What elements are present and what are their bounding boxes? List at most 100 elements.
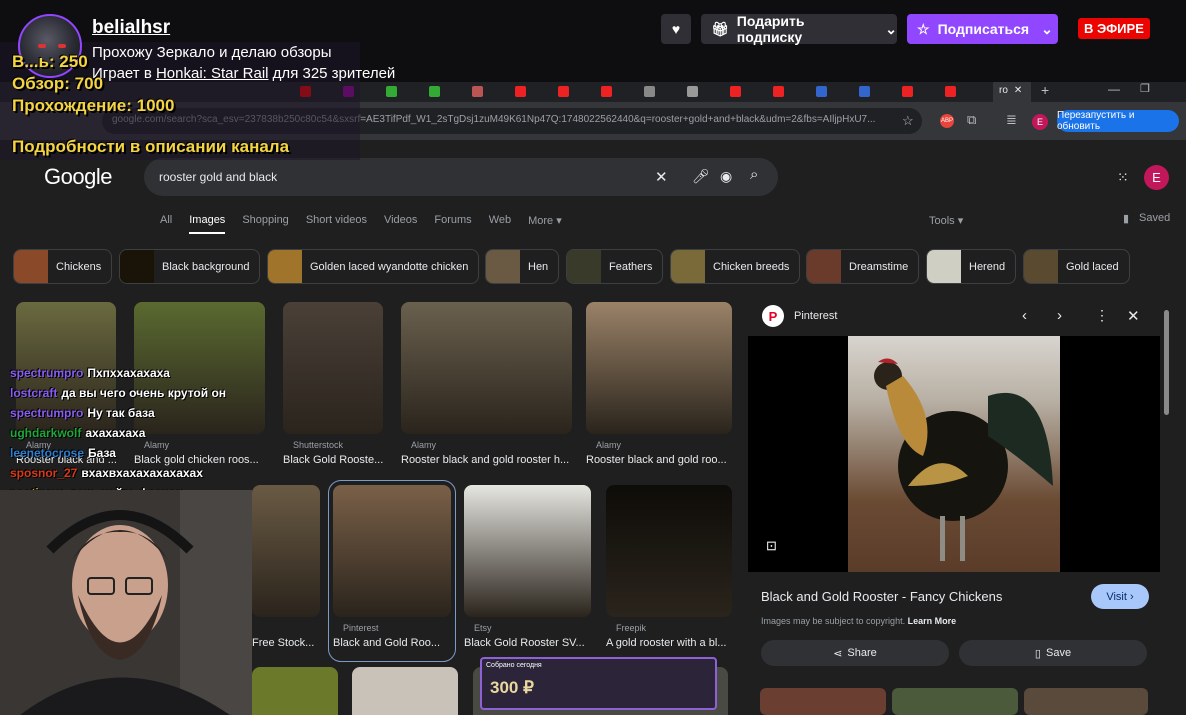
google-logo[interactable]: Google bbox=[44, 164, 112, 190]
browser-tab[interactable] bbox=[644, 82, 655, 100]
apps-grid-icon[interactable]: ⁙ bbox=[1117, 169, 1129, 186]
browser-tab[interactable] bbox=[902, 82, 913, 100]
browser-tab[interactable] bbox=[687, 82, 698, 100]
result-caption[interactable]: Rooster black and gold roo... bbox=[586, 454, 742, 466]
saved-button[interactable]: Saved bbox=[1139, 212, 1170, 224]
adblock-icon[interactable]: ABP bbox=[940, 114, 954, 128]
account-avatar[interactable]: E bbox=[1144, 165, 1169, 190]
panel-rooster-image[interactable] bbox=[848, 336, 1060, 572]
result-caption[interactable]: Black Gold Rooste... bbox=[283, 454, 393, 466]
gift-sub-button[interactable]: 🎁︎ Подарить подписку ⌄ bbox=[701, 13, 897, 45]
lens-icon[interactable]: ⊡ bbox=[766, 538, 777, 554]
related-chip[interactable]: Feathers bbox=[566, 249, 664, 284]
browser-tab[interactable] bbox=[945, 82, 956, 100]
result-source[interactable]: Alamy bbox=[144, 440, 169, 450]
result-source[interactable]: Pinterest bbox=[343, 623, 379, 633]
browser-tab[interactable] bbox=[730, 82, 741, 100]
close-panel-icon[interactable]: ✕ bbox=[1127, 307, 1140, 325]
more-options-icon[interactable]: ⋮ bbox=[1095, 307, 1109, 324]
related-chip[interactable]: Hen bbox=[485, 249, 560, 284]
result-caption[interactable]: A gold rooster with a bl... bbox=[606, 637, 742, 649]
game-link[interactable]: Honkai: Star Rail bbox=[156, 65, 269, 82]
browser-tab[interactable] bbox=[515, 82, 526, 100]
related-thumb-3[interactable] bbox=[1024, 688, 1148, 715]
learn-more-link[interactable]: Learn More bbox=[908, 616, 957, 626]
lens-search-icon[interactable]: ◉ bbox=[720, 168, 732, 185]
profile-icon[interactable]: E bbox=[1032, 114, 1048, 130]
related-chip[interactable]: Herend bbox=[926, 249, 1017, 284]
image-result[interactable] bbox=[252, 667, 338, 715]
subscribe-button[interactable]: ☆ Подписаться ⌄ bbox=[907, 14, 1058, 44]
extensions-icon[interactable]: ⧉ bbox=[967, 112, 976, 128]
result-thumbnail[interactable] bbox=[333, 485, 451, 617]
result-caption[interactable]: Black Gold Rooster SV... bbox=[464, 637, 601, 649]
saved-icon[interactable]: ▮ bbox=[1123, 212, 1129, 225]
browser-tab[interactable] bbox=[386, 82, 397, 100]
reading-list-icon[interactable]: ≣ bbox=[1006, 112, 1017, 128]
image-result[interactable]: Pinterest Black and Gold Roo... bbox=[328, 480, 456, 662]
browser-tab[interactable] bbox=[429, 82, 440, 100]
related-chip[interactable]: Golden laced wyandotte chicken bbox=[267, 249, 480, 284]
browser-tab[interactable] bbox=[558, 82, 569, 100]
related-chip[interactable]: Chicken breeds bbox=[670, 249, 801, 284]
result-thumbnail[interactable] bbox=[401, 302, 572, 434]
image-result[interactable]: Shutterstock Black Gold Rooste... bbox=[283, 302, 383, 474]
image-result[interactable]: Etsy Black Gold Rooster SV... bbox=[464, 485, 591, 657]
minimize-window-icon[interactable]: — bbox=[1108, 82, 1120, 96]
save-button[interactable]: ▯ Save bbox=[959, 640, 1147, 666]
related-chip[interactable]: Dreamstime bbox=[806, 249, 920, 284]
image-result[interactable]: Freepik A gold rooster with a bl... bbox=[606, 485, 732, 657]
related-thumb-1[interactable] bbox=[760, 688, 886, 715]
filter-tab[interactable]: All bbox=[160, 214, 172, 234]
result-source[interactable]: Alamy bbox=[596, 440, 621, 450]
browser-tab[interactable] bbox=[773, 82, 784, 100]
result-caption[interactable]: Black gold chicken roos... bbox=[134, 454, 275, 466]
share-button[interactable]: ⋖ Share bbox=[761, 640, 949, 666]
related-thumb-2[interactable] bbox=[892, 688, 1018, 715]
filter-tab[interactable]: Images bbox=[189, 214, 226, 234]
related-chip[interactable]: Chickens bbox=[13, 249, 113, 284]
search-icon[interactable]: ⌕ bbox=[750, 166, 758, 183]
panel-image-title[interactable]: Black and Gold Rooster - Fancy Chickens bbox=[761, 589, 1002, 604]
chat-username[interactable]: spectrumpro bbox=[10, 366, 83, 380]
result-source[interactable]: Freepik bbox=[616, 623, 646, 633]
image-result[interactable]: Free Stock... bbox=[252, 485, 320, 657]
filter-tab[interactable]: Shopping bbox=[242, 214, 289, 234]
browser-tab[interactable] bbox=[816, 82, 827, 100]
panel-source-name[interactable]: Pinterest bbox=[794, 310, 837, 322]
chat-username[interactable]: ughdarkwolf bbox=[10, 426, 81, 440]
result-source[interactable]: Shutterstock bbox=[293, 440, 343, 450]
relaunch-update-button[interactable]: Перезапустить и обновить bbox=[1057, 110, 1179, 132]
result-source[interactable]: Alamy bbox=[411, 440, 436, 450]
chat-username[interactable]: lostcraft bbox=[10, 386, 57, 400]
clear-search-icon[interactable]: ✕ bbox=[655, 168, 668, 186]
result-source[interactable]: Etsy bbox=[474, 623, 492, 633]
filter-tab[interactable]: More ▾ bbox=[528, 214, 562, 234]
close-tab-icon[interactable]: ✕ bbox=[1014, 85, 1022, 96]
chat-username[interactable]: spectrumpro bbox=[10, 406, 83, 420]
result-caption[interactable]: Free Stock... bbox=[252, 637, 330, 649]
image-result[interactable] bbox=[352, 667, 458, 715]
filter-tab[interactable]: Forums bbox=[434, 214, 471, 234]
visit-button[interactable]: Visit › bbox=[1091, 584, 1149, 609]
bookmark-star-icon[interactable]: ☆ bbox=[902, 113, 914, 129]
panel-scrollbar[interactable] bbox=[1162, 300, 1170, 712]
follow-heart-button[interactable]: ♥ bbox=[661, 14, 691, 44]
tools-button[interactable]: Tools ▾ bbox=[929, 214, 963, 227]
chat-username[interactable]: leenetocrose bbox=[10, 446, 84, 460]
voice-search-icon[interactable]: 🎤︎ bbox=[692, 168, 710, 185]
scrollbar-thumb[interactable] bbox=[1164, 310, 1169, 415]
result-thumbnail[interactable] bbox=[252, 485, 320, 617]
result-thumbnail[interactable] bbox=[464, 485, 591, 617]
streamer-name[interactable]: belialhsr bbox=[92, 17, 170, 39]
image-result[interactable]: Alamy Rooster black and gold rooster h... bbox=[401, 302, 572, 474]
filter-tab[interactable]: Short videos bbox=[306, 214, 367, 234]
browser-tab[interactable] bbox=[601, 82, 612, 100]
result-thumbnail[interactable] bbox=[586, 302, 732, 434]
browser-tab[interactable] bbox=[859, 82, 870, 100]
browser-tab[interactable] bbox=[472, 82, 483, 100]
filter-tab[interactable]: Web bbox=[489, 214, 511, 234]
result-caption[interactable]: Rooster black and gold rooster h... bbox=[401, 454, 582, 466]
filter-tab[interactable]: Videos bbox=[384, 214, 417, 234]
result-caption[interactable]: Black and Gold Roo... bbox=[333, 637, 461, 649]
